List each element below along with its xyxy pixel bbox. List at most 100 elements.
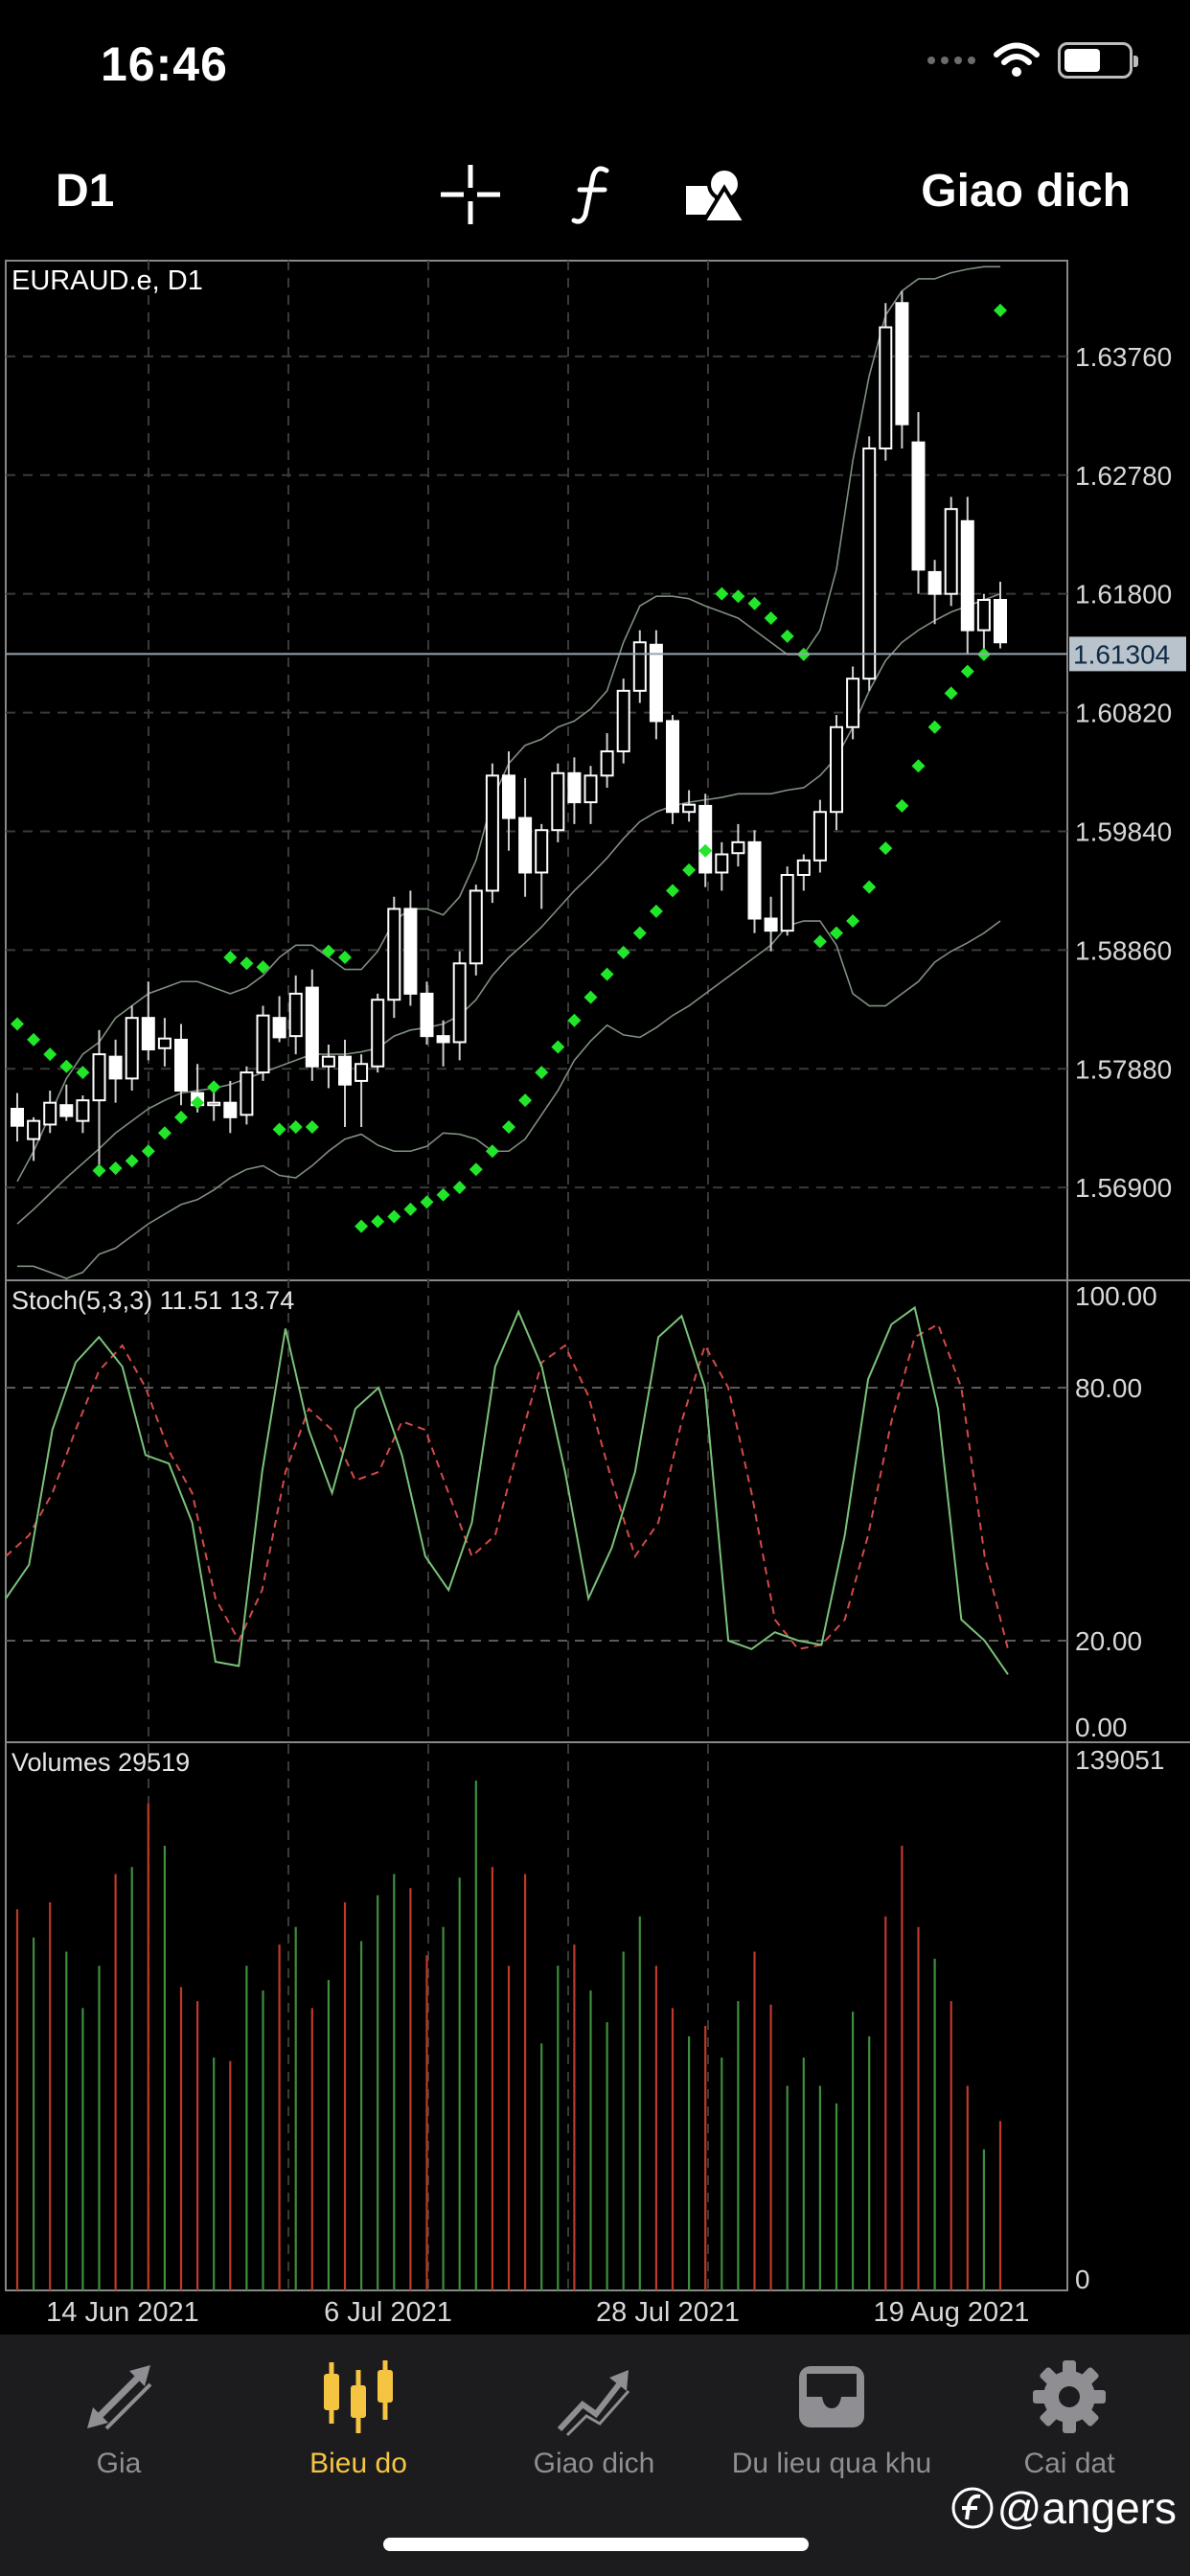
candle-body [355,1063,369,1082]
tab-cai-dat[interactable]: Cai dat [954,2354,1184,2497]
candle-body [812,811,827,862]
candles-icon [315,2354,401,2440]
sar-dot [535,1066,549,1080]
sar-dot [731,589,745,604]
candle-body [371,999,385,1068]
tab-giao-dich[interactable]: Giao dich [479,2354,709,2497]
timeframe-button[interactable]: D1 [56,165,114,218]
logo-icon [951,2487,994,2529]
candle-body [911,441,926,571]
sar-dot [288,1119,303,1134]
candle-body [338,1055,352,1086]
candle-body [321,1055,335,1068]
price-tick-label: 1.56900 [1075,1173,1172,1203]
trade-button[interactable]: Giao dich [921,165,1131,218]
candle-body [879,326,893,449]
candle-body [927,570,942,595]
wifi-icon [994,42,1040,77]
candle-body [420,992,434,1038]
candle-body [125,1017,139,1080]
sar-dot [403,1202,418,1216]
price-chart[interactable]: 1.63760 1.62780 1.61800 1.60820 1.59840 1.588… [0,253,1190,2333]
date-tick-label: 19 Aug 2021 [874,2297,1030,2328]
date-tick-label: 6 Jul 2021 [324,2297,452,2328]
candle-body [305,986,319,1068]
candle-body [535,829,549,874]
sar-dot [321,944,335,958]
candle-body [43,1101,57,1126]
volume-tick-label: 139051 [1075,1745,1164,1775]
sar-dot [812,934,827,949]
price-tick-label: 1.62780 [1075,461,1172,491]
candle-body [141,1017,155,1051]
sar-dot [780,629,794,643]
sar-dot [682,862,697,877]
candle-body [174,1038,188,1092]
shapes-icon[interactable] [682,161,749,228]
sar-dot [141,1144,155,1159]
candle-body [272,1017,286,1039]
candle-body [780,873,794,932]
status-time: 16:46 [101,37,228,91]
crosshair-icon[interactable] [437,161,504,228]
candle-body [616,689,630,753]
sar-dot [387,1209,401,1224]
sar-dot [43,1047,57,1062]
candle-body [830,725,843,814]
candle-body [747,840,762,920]
sar-dot [223,950,238,964]
candle-body [157,1037,172,1049]
candle-body [976,599,991,632]
sar-dot [502,1119,515,1134]
tab-label: Bieu do [309,2448,407,2479]
chart-toolbar: D1 Giao dich [0,144,1190,240]
candle-body [436,1035,450,1044]
tab-bieu-do[interactable]: Bieu do [243,2354,473,2497]
chart-area[interactable]: 1.63760 1.62780 1.61800 1.60820 1.59840 1.588… [0,253,1190,2333]
sar-dot [420,1195,434,1209]
candle-body [715,853,729,874]
sar-dot [355,1219,369,1233]
sar-dot [584,990,598,1004]
price-tick-label: 1.61800 [1075,580,1172,610]
sar-dot [747,596,762,610]
stoch-label: Stoch(5,3,3) 11.51 13.74 [11,1286,294,1315]
sar-dot [11,1017,24,1031]
sar-dot [518,1093,533,1108]
tab-label: Gia [96,2448,142,2479]
sar-dot [27,1032,41,1046]
sar-dot [92,1163,106,1178]
tab-label: Giao dich [533,2448,655,2479]
tab-gia[interactable]: Gia [4,2354,234,2497]
candle-body [59,1104,74,1117]
sar-dot [240,956,254,971]
candle-body [960,519,974,632]
candle-body [108,1055,123,1080]
sar-dot [207,1080,221,1094]
date-tick-label: 14 Jun 2021 [46,2297,199,2328]
status-icons [927,42,1138,79]
candle-body [682,803,697,814]
sar-dot [616,945,630,959]
price-tick-label: 1.63760 [1075,342,1172,372]
candle-body [764,917,778,932]
sar-dot [649,904,663,918]
function-icon[interactable] [560,161,627,228]
candle-body [862,447,877,680]
candle-body [387,908,401,1001]
candle-body [796,859,811,876]
tab-label: Cai dat [1023,2448,1115,2479]
candle-body [731,840,745,855]
candle-body [223,1101,238,1118]
sar-dot [567,1013,582,1027]
candle-body [288,992,303,1038]
inbox-icon [789,2354,875,2440]
sar-dot [469,1162,483,1177]
tab-du-lieu-qua-khu[interactable]: Du lieu qua khu [717,2354,947,2497]
sar-dot [338,950,352,964]
volumes-label: Volumes 29519 [11,1748,190,1777]
sar-dot [272,1122,286,1137]
candle-body [502,774,515,819]
candle-body [551,771,565,832]
arrows-icon [76,2354,162,2440]
